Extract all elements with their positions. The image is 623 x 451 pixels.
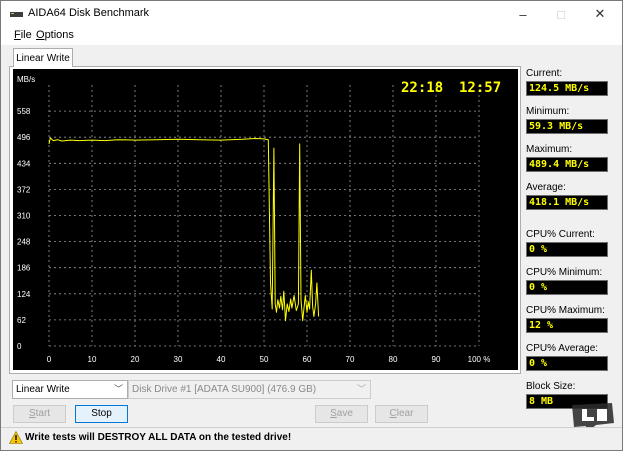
current-label: Current: xyxy=(526,68,563,79)
drive-select[interactable]: Disk Drive #1 [ADATA SU900] (476.9 GB) ﹀ xyxy=(128,380,371,399)
y-tick-label: 496 xyxy=(17,133,31,142)
y-tick-label: 248 xyxy=(17,238,31,247)
clear-label: lear xyxy=(396,408,414,419)
start-label: tart xyxy=(35,408,51,419)
remaining-time: 12:57 xyxy=(459,80,501,96)
cpu-minimum-label: CPU% Minimum: xyxy=(526,267,603,278)
benchmark-chart: 558 496 434 372 310 248 186 124 62 0 0 10 20 30 40 50 60… xyxy=(13,69,518,370)
chevron-down-icon: ﹀ xyxy=(113,384,123,394)
x-tick-label: 90 xyxy=(432,355,441,364)
chart-svg: 558 496 434 372 310 248 186 124 62 0 0 10 20 30 40 50 60… xyxy=(17,75,501,364)
y-tick-label: 0 xyxy=(17,342,22,351)
start-accelerator: S xyxy=(28,408,36,419)
window-title: AIDA64 Disk Benchmark xyxy=(28,7,150,19)
minimum-value: 59.3 MB/s xyxy=(526,119,608,134)
menu-file-label: ile xyxy=(20,29,32,41)
menu-file[interactable]: File xyxy=(14,29,32,41)
x-tick-label: 50 xyxy=(260,355,269,364)
x-tick-label: 10 xyxy=(88,355,97,364)
x-tick-label: 70 xyxy=(346,355,355,364)
minimum-label: Minimum: xyxy=(526,106,570,117)
drive-value: Disk Drive #1 [ADATA SU900] (476.9 GB) xyxy=(132,384,317,395)
x-tick-label: 40 xyxy=(217,355,226,364)
menu-options-label: ptions xyxy=(44,29,74,41)
cpu-maximum-value: 12 % xyxy=(526,318,608,333)
y-tick-label: 310 xyxy=(17,212,31,221)
warning-message: Write tests will DESTROY ALL DATA on the… xyxy=(25,432,292,443)
x-tick-label: 80 xyxy=(389,355,398,364)
y-tick-label: 434 xyxy=(17,159,31,168)
menu-options-accelerator: O xyxy=(36,29,45,41)
menu-options[interactable]: Options xyxy=(36,29,74,41)
stop-button[interactable]: Stop xyxy=(75,405,128,423)
maximum-label: Maximum: xyxy=(526,144,573,155)
clear-accelerator: C xyxy=(389,408,397,419)
disk-drive-icon xyxy=(10,12,23,17)
cpu-maximum-label: CPU% Maximum: xyxy=(526,305,605,316)
maximize-button[interactable]: □ xyxy=(542,1,580,27)
warning-triangle-icon xyxy=(9,431,23,444)
status-bar: Write tests will DESTROY ALL DATA on the… xyxy=(1,427,622,450)
cpu-current-value: 0 % xyxy=(526,242,608,257)
y-tick-label: 558 xyxy=(17,107,31,116)
x-tick-label: 20 xyxy=(131,355,140,364)
x-tick-label: 30 xyxy=(174,355,183,364)
save-label: ave xyxy=(336,408,353,419)
write-speed-series xyxy=(48,137,320,322)
average-label: Average: xyxy=(526,182,566,193)
menu-bar: File Options xyxy=(1,27,622,45)
tab-linear-write[interactable]: Linear Write xyxy=(13,48,73,67)
chevron-down-icon: ﹀ xyxy=(356,384,366,394)
elapsed-time: 22:18 xyxy=(401,80,443,96)
menu-file-accelerator: F xyxy=(14,29,21,41)
cpu-average-value: 0 % xyxy=(526,356,608,371)
benchmark-window: AIDA64 Disk Benchmark – □ ✕ File Options… xyxy=(0,0,623,451)
close-button[interactable]: ✕ xyxy=(581,1,619,27)
x-tick-label: 60 xyxy=(303,355,312,364)
minimize-button[interactable]: – xyxy=(504,1,542,27)
cpu-minimum-value: 0 % xyxy=(526,280,608,295)
y-tick-label: 186 xyxy=(17,264,31,273)
average-value: 418.1 MB/s xyxy=(526,195,608,210)
y-axis-label: MB/s xyxy=(17,75,35,84)
y-tick-label: 62 xyxy=(17,316,26,325)
test-mode-value: Linear Write xyxy=(16,384,70,395)
cpu-current-label: CPU% Current: xyxy=(526,229,595,240)
y-tick-label: 124 xyxy=(17,290,31,299)
x-tick-label: 100 % xyxy=(468,355,491,364)
test-mode-select[interactable]: Linear Write ﹀ xyxy=(12,380,128,399)
start-button[interactable]: Start xyxy=(13,405,66,423)
y-tick-label: 372 xyxy=(17,185,31,194)
save-button[interactable]: Save xyxy=(315,405,368,423)
x-tick-label: 0 xyxy=(47,355,52,364)
save-accelerator: S xyxy=(330,408,337,419)
title-bar[interactable]: AIDA64 Disk Benchmark – □ ✕ xyxy=(1,1,622,27)
block-size-label: Block Size: xyxy=(526,381,576,392)
clear-button[interactable]: Clear xyxy=(375,405,428,423)
current-value: 124.5 MB/s xyxy=(526,81,608,96)
cpu-average-label: CPU% Average: xyxy=(526,343,599,354)
maximum-value: 489.4 MB/s xyxy=(526,157,608,172)
